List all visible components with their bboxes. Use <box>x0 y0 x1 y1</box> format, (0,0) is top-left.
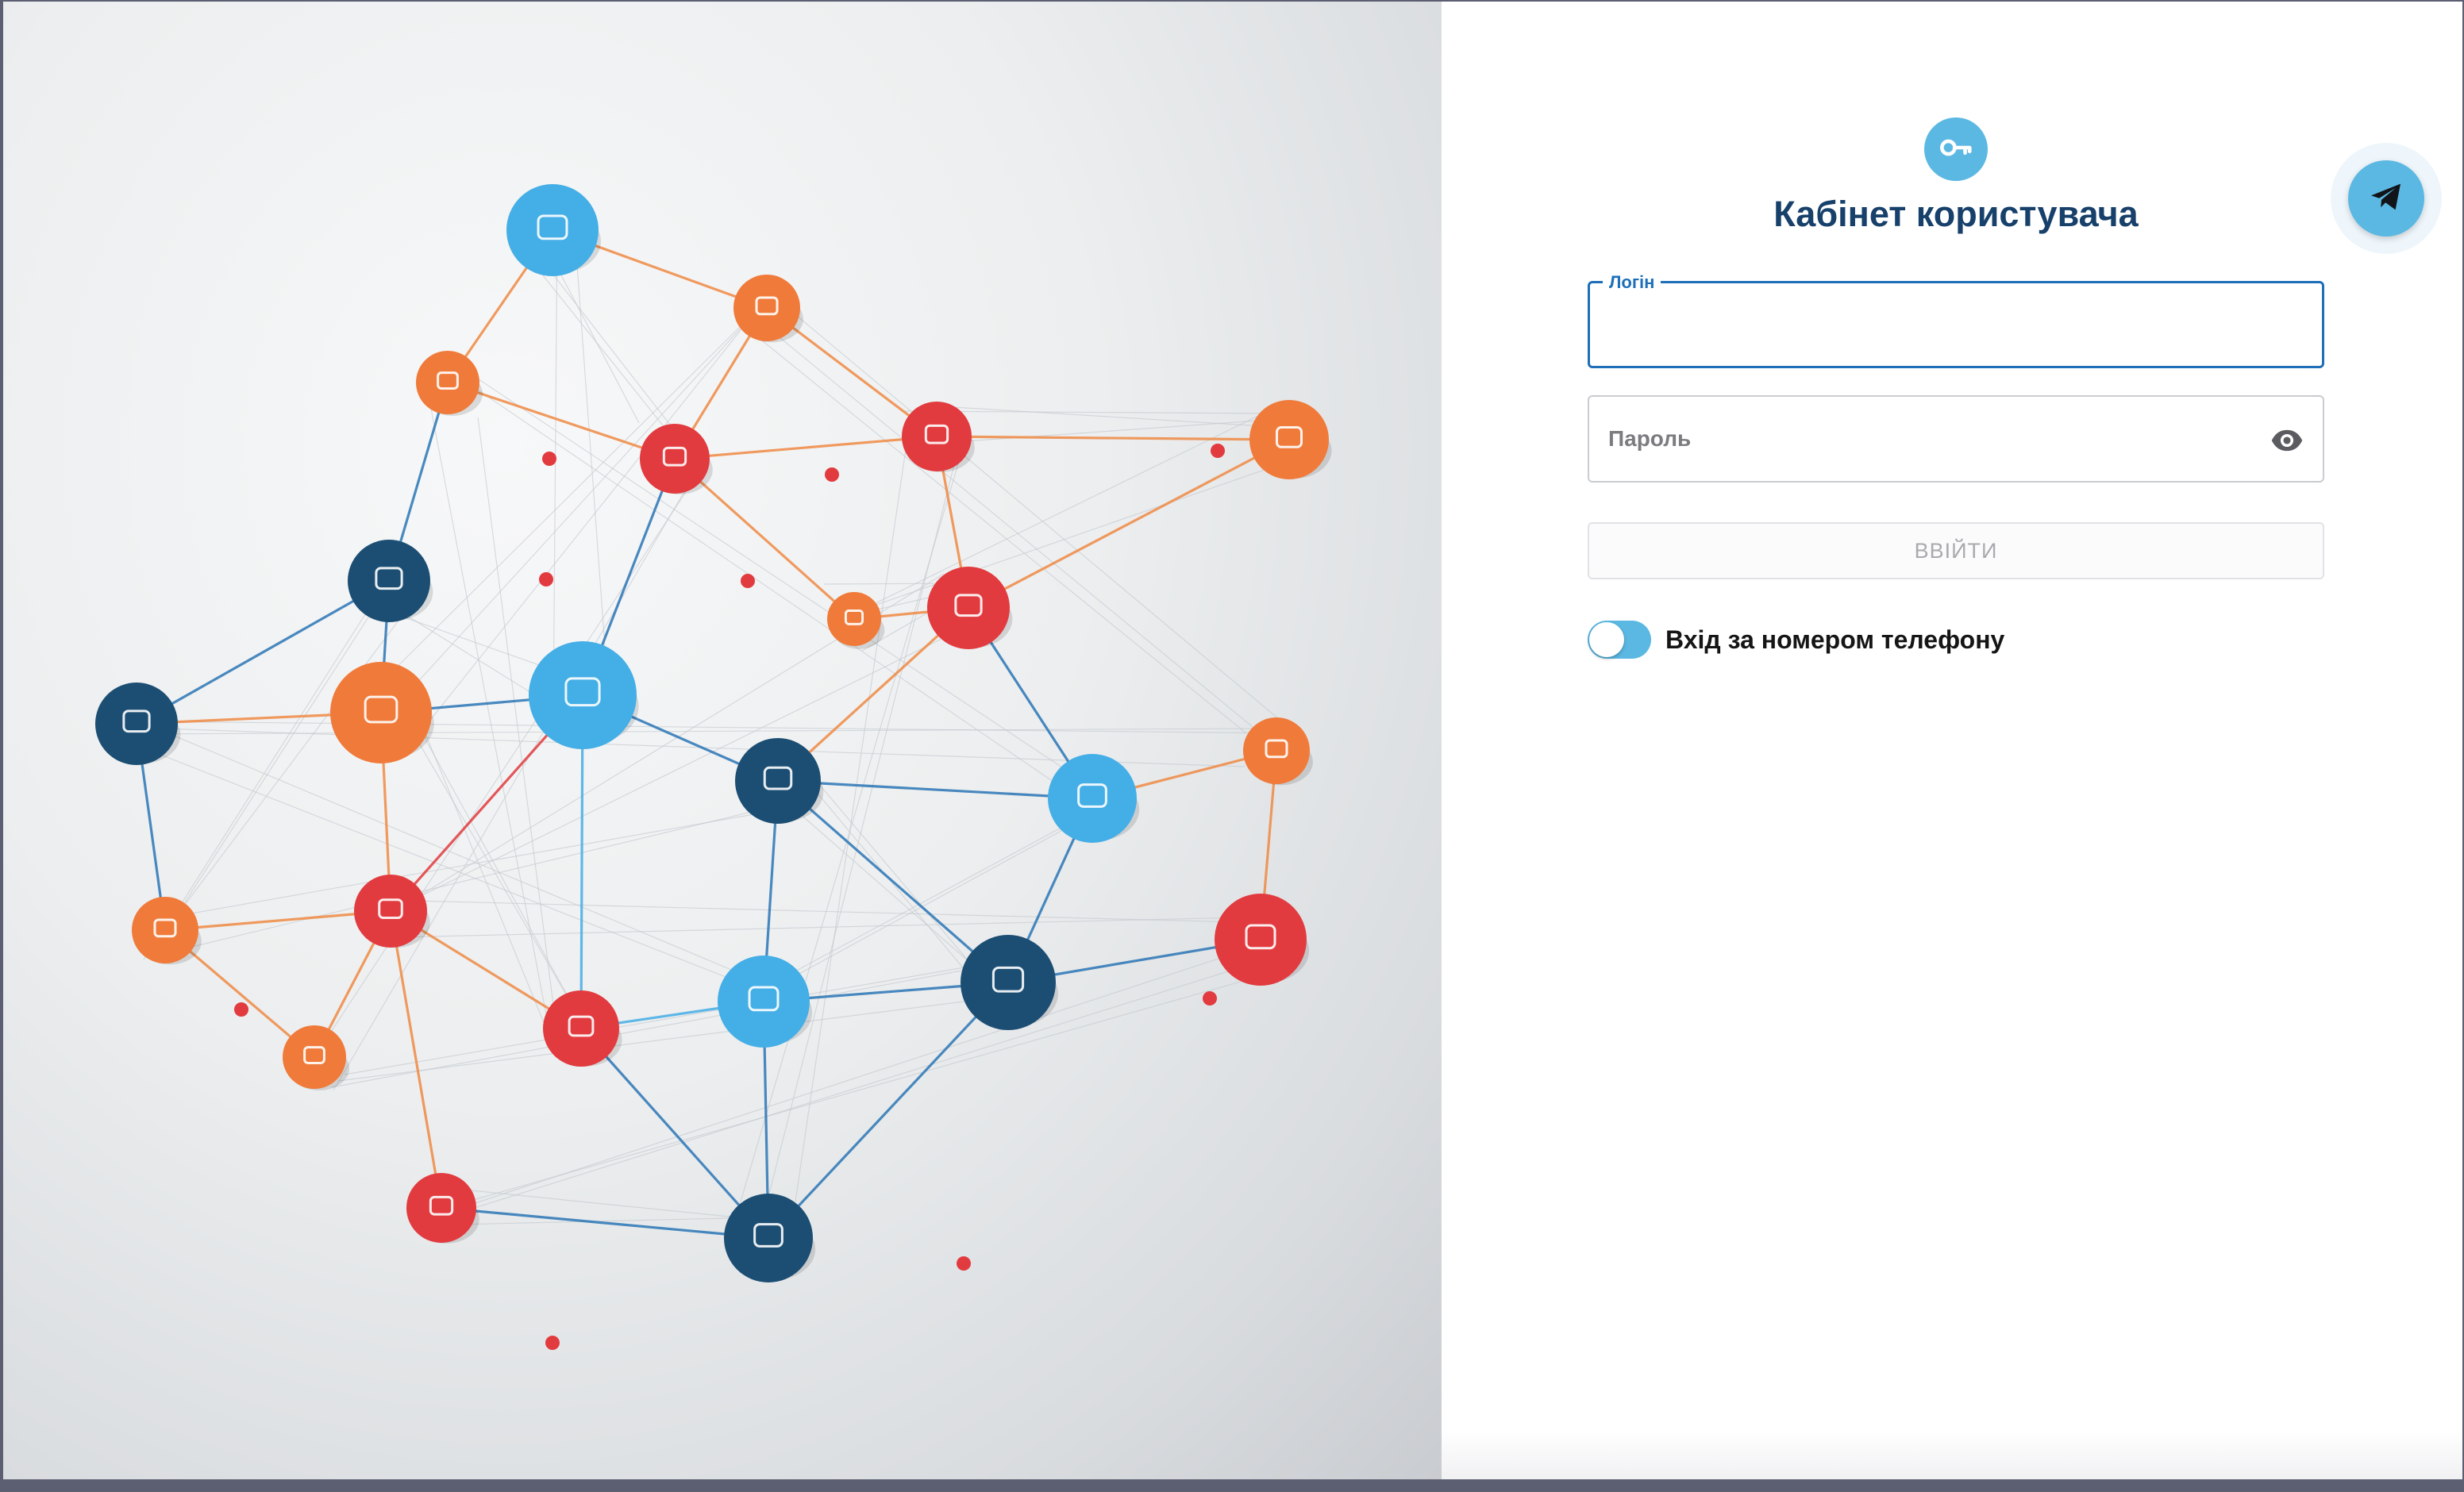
network-node <box>733 275 803 343</box>
network-thread <box>191 809 782 914</box>
network-dot <box>825 467 839 482</box>
network-thread <box>156 599 380 948</box>
network-node <box>1243 717 1313 786</box>
network-dot <box>957 1256 971 1271</box>
network-node <box>506 184 602 276</box>
key-badge <box>1924 117 1988 181</box>
network-node <box>406 1173 479 1244</box>
network-thread <box>390 611 997 912</box>
network-thread <box>171 802 788 952</box>
network-thread <box>839 452 1313 618</box>
phone-login-toggle[interactable] <box>1588 621 1651 659</box>
network-thread <box>776 298 1304 740</box>
network-link <box>777 779 1093 800</box>
password-input[interactable] <box>1608 397 2259 481</box>
page-title: Кабінет користувача <box>1773 194 2139 234</box>
login-button[interactable]: ВВІЙТИ <box>1588 522 2324 579</box>
network-node <box>902 402 975 472</box>
network-node <box>330 662 434 763</box>
network-node <box>1048 754 1140 843</box>
network-node <box>529 641 639 749</box>
network-thread <box>738 303 1253 728</box>
network-node <box>961 935 1058 1030</box>
network-thread <box>337 994 1021 1082</box>
network-link <box>441 1206 769 1240</box>
login-input[interactable] <box>1609 283 2260 366</box>
network-node <box>95 683 181 765</box>
network-thread <box>757 336 1247 734</box>
network-dot <box>234 1002 248 1017</box>
hero-illustration <box>3 2 1442 1479</box>
network-dot <box>542 452 556 466</box>
network-thread <box>833 414 1261 625</box>
telegram-icon <box>2367 178 2405 220</box>
panel-footer-shade <box>1442 1430 2462 1479</box>
phone-login-label[interactable]: Вхід за номером телефону <box>1665 625 2004 655</box>
network-dot <box>539 572 553 586</box>
network-node <box>1215 894 1310 986</box>
key-icon <box>1938 129 1974 170</box>
network-dot <box>741 574 755 588</box>
network-node <box>348 540 433 622</box>
network-thread <box>786 433 909 1262</box>
toggle-knob <box>1589 622 1624 657</box>
network-node <box>416 351 483 416</box>
network-thread <box>331 956 1040 1088</box>
network-node <box>354 875 430 948</box>
network-graphic <box>95 184 1332 1350</box>
network-node <box>640 424 713 494</box>
network-thread <box>939 406 1264 427</box>
network-link <box>674 435 937 460</box>
network-node <box>927 567 1013 649</box>
network-dot <box>1203 991 1217 1006</box>
browser-window: Кабінет користувача Логін ВВІЙТИ Вхід за… <box>3 2 2462 1479</box>
network-link <box>968 438 1290 609</box>
eye-icon[interactable] <box>2269 422 2305 459</box>
login-field[interactable]: Логін <box>1588 272 2324 368</box>
network-thread <box>393 699 587 1030</box>
telegram-button-wrapper <box>2331 143 2442 254</box>
network-thread <box>552 220 558 717</box>
network-thread <box>753 445 960 1257</box>
network-node <box>132 897 202 965</box>
network-node <box>724 1194 816 1282</box>
network-node <box>1249 400 1332 479</box>
network-dot <box>545 1336 560 1350</box>
network-dot <box>1211 444 1225 458</box>
network-node <box>543 990 622 1067</box>
network-thread <box>344 960 1002 1075</box>
telegram-button[interactable] <box>2348 160 2424 236</box>
network-node <box>283 1025 349 1090</box>
password-field[interactable] <box>1588 395 2324 483</box>
